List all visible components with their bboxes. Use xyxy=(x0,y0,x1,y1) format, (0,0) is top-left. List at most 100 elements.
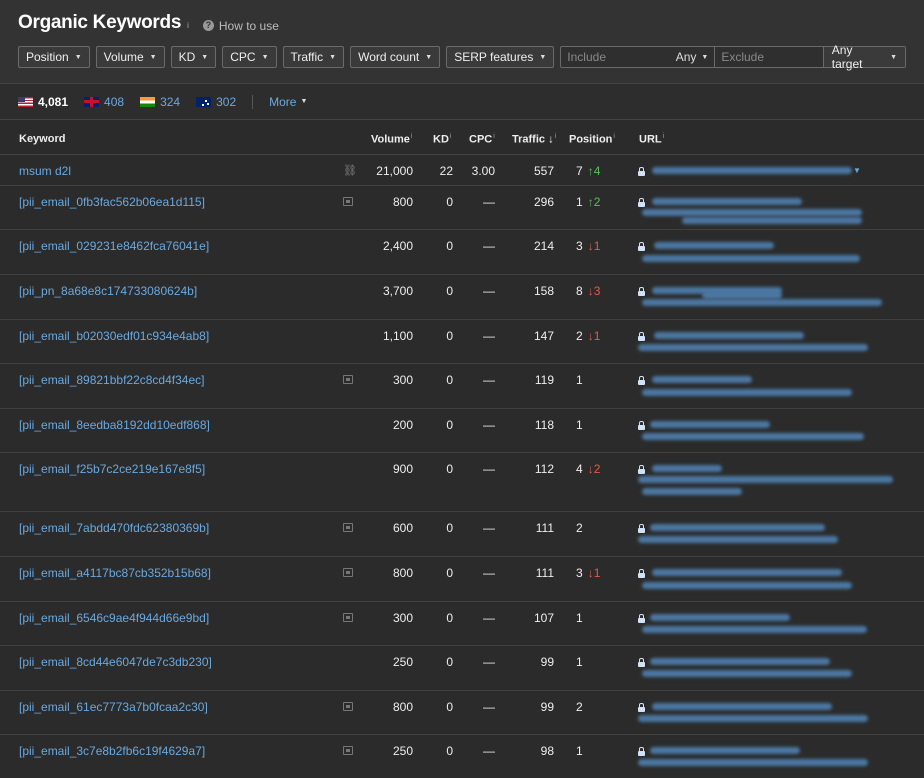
position-value: 1 xyxy=(576,611,583,625)
keyword-link[interactable]: [pii_email_89821bbf22c8cd4f34ec] xyxy=(19,373,204,387)
word-count-filter-button[interactable]: Word count ▼ xyxy=(350,46,441,68)
how-to-use-link[interactable]: ? How to use xyxy=(202,19,279,33)
column-cpc[interactable]: CPCi xyxy=(469,133,495,146)
position-value: 2 xyxy=(576,700,583,714)
column-url[interactable]: URLi xyxy=(639,133,664,146)
gb-flag-icon xyxy=(84,96,100,107)
keyword-link[interactable]: [pii_email_0fb3fac562b06ea1d115] xyxy=(19,195,205,209)
chevron-down-icon: ▼ xyxy=(539,53,547,61)
keyword-link[interactable]: [pii_email_029231e8462fca76041e] xyxy=(19,239,209,253)
position-change: ↓1 xyxy=(587,239,601,253)
lock-icon xyxy=(638,747,645,756)
table-row: [pii_email_b02030edf01c934e4ab8] 1,100 0 — 1… xyxy=(0,320,924,364)
chevron-down-icon: ▼ xyxy=(701,53,709,61)
position-number: 2 xyxy=(576,521,583,535)
redacted-url xyxy=(650,747,800,754)
column-traffic[interactable]: Traffic ↓i xyxy=(512,133,556,146)
any-match-select[interactable]: Any ▼ xyxy=(670,47,716,67)
more-countries-button[interactable]: More ▼ xyxy=(269,95,307,109)
kd-filter-button[interactable]: KD ▼ xyxy=(170,46,217,68)
position-filter-label: Position xyxy=(26,50,69,64)
lock-icon xyxy=(638,569,645,578)
keyword-link[interactable]: [pii_email_7abdd470fdc62380369b] xyxy=(19,521,209,535)
country-us[interactable]: 4,081 xyxy=(18,95,68,109)
target-select[interactable]: Any target ▼ xyxy=(823,43,905,71)
redacted-url xyxy=(652,703,832,710)
serp-snapshot-icon[interactable] xyxy=(343,613,353,622)
volume-value: 1,100 xyxy=(382,329,413,343)
country-in[interactable]: 324 xyxy=(140,95,180,109)
us-flag-icon xyxy=(18,96,33,107)
column-keyword[interactable]: Keyword xyxy=(19,133,65,145)
keyword-link[interactable]: msum d2l xyxy=(19,164,71,178)
keyword-link[interactable]: [pii_email_61ec7773a7b0fcaa2c30] xyxy=(19,700,208,714)
column-volume[interactable]: Volumei xyxy=(371,133,412,146)
country-gb[interactable]: 408 xyxy=(84,95,124,109)
keyword-link[interactable]: [pii_email_3c7e8b2fb6c19f4629a7] xyxy=(19,744,205,758)
keyword-link[interactable]: [pii_pn_8a68e8c174733080624b] xyxy=(19,284,197,298)
serp-snapshot-icon[interactable] xyxy=(343,702,353,711)
serp-snapshot-icon[interactable] xyxy=(343,746,353,755)
filter-bar: Position ▼ Volume ▼ KD ▼ CPC ▼ Traffic ▼ Word… xyxy=(18,43,906,71)
lock-icon xyxy=(638,614,645,623)
link-icon[interactable]: ⛓ xyxy=(343,164,357,177)
word-count-filter-label: Word count xyxy=(358,50,420,64)
cpc-value: — xyxy=(483,462,495,476)
traffic-value: 107 xyxy=(533,611,554,625)
column-position[interactable]: Positioni xyxy=(569,133,615,146)
cpc-value: — xyxy=(483,418,495,432)
redacted-url xyxy=(642,299,882,306)
position-number: 3 xyxy=(576,566,583,580)
include-input[interactable]: Include xyxy=(561,47,669,67)
keyword-link[interactable]: [pii_email_8eedba8192dd10edf868] xyxy=(19,418,210,432)
country-au[interactable]: 302 xyxy=(196,95,236,109)
info-icon: i xyxy=(493,133,495,140)
column-label: Position xyxy=(569,133,613,146)
info-icon: i xyxy=(662,133,665,140)
keyword-link[interactable]: [pii_email_f25b7c2ce219e167e8f5] xyxy=(19,462,205,476)
serp-features-filter-button[interactable]: SERP features ▼ xyxy=(446,46,555,68)
table-row: [pii_email_6546c9ae4f944d66e9bd] 300 0 — 107… xyxy=(0,602,924,646)
cpc-filter-label: CPC xyxy=(230,50,256,64)
serp-snapshot-icon[interactable] xyxy=(343,197,353,206)
kd-value: 0 xyxy=(446,566,453,580)
position-value: 8 ↓3 xyxy=(576,284,600,298)
country-bar: 4,081 408 324 302 More ▼ xyxy=(0,84,924,120)
position-value: 1 xyxy=(576,744,583,758)
chevron-down-icon[interactable]: ▼ xyxy=(853,166,861,175)
info-icon: i xyxy=(410,133,413,140)
volume-filter-button[interactable]: Volume ▼ xyxy=(95,46,165,68)
position-change: ↓3 xyxy=(587,284,601,298)
cpc-filter-button[interactable]: CPC ▼ xyxy=(222,46,277,68)
lock-icon xyxy=(638,703,645,712)
keyword-link[interactable]: [pii_email_b02030edf01c934e4ab8] xyxy=(19,329,209,343)
serp-snapshot-icon[interactable] xyxy=(343,523,353,532)
column-label: Traffic ↓ xyxy=(512,133,554,146)
position-number: 1 xyxy=(576,418,583,432)
table-row: [pii_email_7abdd470fdc62380369b] 600 0 — 111… xyxy=(0,512,924,557)
position-value: 1 ↑2 xyxy=(576,195,600,209)
traffic-filter-button[interactable]: Traffic ▼ xyxy=(282,46,345,68)
keyword-link[interactable]: [pii_email_a4117bc87cb352b15b68] xyxy=(19,566,211,580)
keyword-link[interactable]: [pii_email_6546c9ae4f944d66e9bd] xyxy=(19,611,209,625)
position-number: 8 xyxy=(576,284,583,298)
keyword-link[interactable]: [pii_email_8cd44e6047de7c3db230] xyxy=(19,655,212,669)
exclude-input[interactable]: Exclude xyxy=(715,47,824,67)
kd-value: 0 xyxy=(446,239,453,253)
report-header: Organic Keywords i ? How to use Position… xyxy=(0,0,924,84)
question-icon: ? xyxy=(202,20,214,31)
keyword-filter-group: Include Any ▼ Exclude Any target ▼ xyxy=(560,43,906,71)
chevron-down-icon: ▼ xyxy=(74,53,82,61)
serp-snapshot-icon[interactable] xyxy=(343,568,353,577)
serp-snapshot-icon[interactable] xyxy=(343,375,353,384)
page-title: Organic Keywords xyxy=(18,12,182,33)
traffic-value: 147 xyxy=(533,329,554,343)
redacted-url xyxy=(652,167,852,174)
traffic-filter-label: Traffic xyxy=(290,50,324,64)
column-kd[interactable]: KDi xyxy=(433,133,451,146)
traffic-value: 98 xyxy=(540,744,554,758)
title-info-icon[interactable]: i xyxy=(187,21,189,30)
position-filter-button[interactable]: Position ▼ xyxy=(18,46,90,68)
au-flag-icon xyxy=(196,96,212,107)
position-change: ↓2 xyxy=(587,462,601,476)
